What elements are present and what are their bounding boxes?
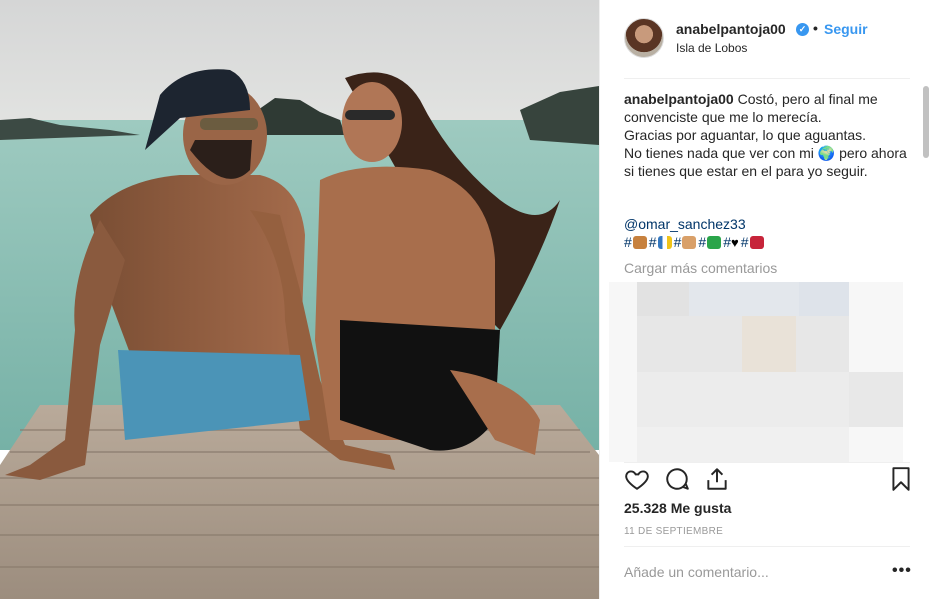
hashtag-list: # # # # # ♥ # [624,234,764,250]
actions-divider [624,462,910,463]
action-bar [624,466,914,494]
hands-emoji-icon [682,235,697,249]
header-divider [624,78,910,79]
comment-icon[interactable] [664,466,690,492]
hashtag-2[interactable]: # [649,234,672,250]
caption-username[interactable]: anabelpantoja00 [624,91,734,107]
avatar[interactable] [624,18,664,58]
share-icon[interactable] [704,466,730,492]
caption-line-3: No tienes nada que ver con mi 🌍 pero aho… [624,145,907,179]
bookmark-icon[interactable] [888,466,914,492]
hashtag-4[interactable]: # [698,234,722,250]
black-heart-emoji-icon: ♥ [730,234,739,250]
follow-button[interactable]: Seguir [824,21,868,37]
comment-divider [624,546,910,547]
post-photo [0,0,599,599]
flag-emoji-icon [657,235,672,249]
username-link[interactable]: anabelpantoja00 [676,21,786,37]
mention-link[interactable]: @omar_sanchez33 [624,216,746,232]
hashtag-1[interactable]: # [624,234,647,250]
heart-icon[interactable] [624,466,650,492]
likes-count[interactable]: 25.328 Me gusta [624,500,731,516]
hashtag-6[interactable]: # [741,234,764,250]
hashtag-3[interactable]: # [674,234,697,250]
post-image [0,0,599,599]
dancer-emoji-icon [749,235,764,249]
surfer-emoji-icon [707,235,722,249]
hashtag-5[interactable]: # ♥ [723,234,739,250]
post-details-panel: anabelpantoja00 ✓ • Seguir Isla de Lobos… [599,0,931,599]
comment-input[interactable]: Añade un comentario... [624,564,874,580]
caption-line-1: anabelpantoja00 Costó, pero al final me … [624,91,878,125]
post-date[interactable]: 11 DE SEPTIEMBRE [624,526,723,537]
house-emoji-icon [632,235,647,249]
post-header: anabelpantoja00 ✓ • Seguir Isla de Lobos [600,0,931,78]
load-more-comments-link[interactable]: Cargar más comentarios [624,260,777,276]
verified-icon: ✓ [796,23,809,36]
comments-scrollbar[interactable] [923,86,929,158]
more-options-button[interactable]: ••• [892,562,912,580]
separator-dot: • [813,20,818,36]
blurred-comments-area [609,282,903,462]
location-link[interactable]: Isla de Lobos [676,41,747,55]
caption-line-2: Gracias por aguantar, lo que aguantas. [624,127,867,143]
caption: anabelpantoja00 Costó, pero al final me … [624,90,910,180]
